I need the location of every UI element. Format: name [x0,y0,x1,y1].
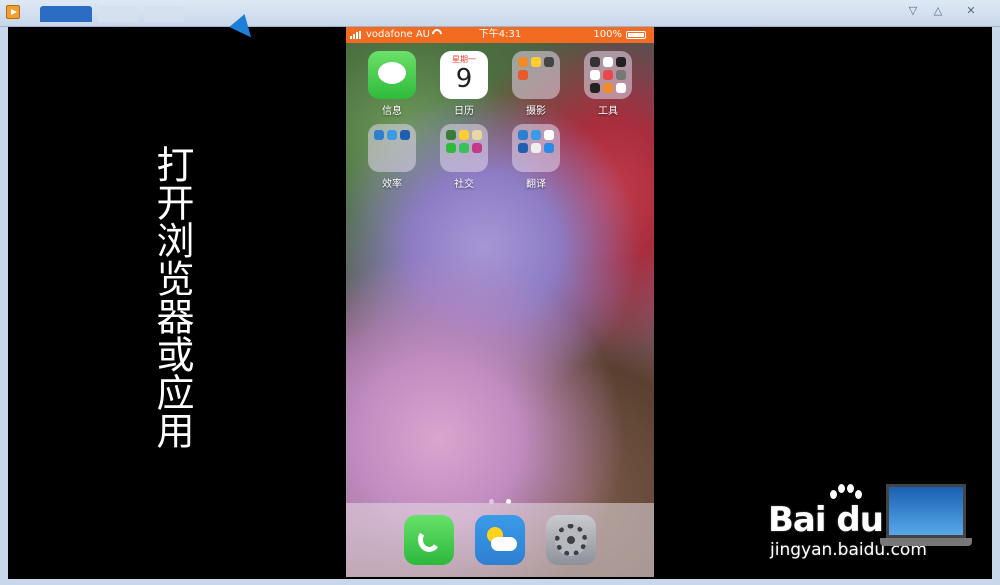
messages-icon [368,51,416,99]
folder-icon [512,124,560,172]
calendar-icon: 星期一 9 [440,51,488,99]
calendar-day: 9 [455,64,473,94]
folder-icon [512,51,560,99]
app-label: 翻译 [526,179,546,190]
folder-icon [368,124,416,172]
app-label: 效率 [382,179,402,190]
app-label: 信息 [382,106,402,117]
toolbar-tab-active[interactable] [40,6,92,22]
folder-photography[interactable]: 摄影 [507,51,565,117]
baidu-jingyan-watermark: Bai du 经验 jingyan.baidu.com [768,482,990,577]
phone-icon[interactable] [404,515,454,565]
app-messages[interactable]: 信息 [363,51,421,117]
vertical-caption: 打开浏览器或应用 [150,145,194,449]
folder-icon [440,124,488,172]
weather-icon[interactable] [475,515,525,565]
app-label: 摄影 [526,106,546,117]
app-calendar[interactable]: 星期一 9 日历 [435,51,493,117]
player-app-icon[interactable] [6,5,20,19]
laptop-icon [880,484,972,564]
window-titlebar: ▽ △ ✕ [0,0,1000,27]
folder-icon [584,51,632,99]
folder-productivity[interactable]: 效率 [363,124,421,190]
app-label: 日历 [454,106,474,117]
battery-percent: 100% [593,29,622,40]
app-label: 工具 [598,106,618,117]
battery-icon [626,31,646,39]
window-frame-bottom [0,579,1000,585]
folder-tools[interactable]: 工具 [579,51,637,117]
folder-social[interactable]: 社交 [435,124,493,190]
status-bar: vodafone AU 下午4:31 100% [346,27,654,43]
phone-screen: vodafone AU 下午4:31 100% 信息 星期一 9 日历 摄影 工… [346,27,654,577]
window-frame-right [992,27,1000,585]
window-frame-left [0,27,8,585]
watermark-brand: Bai du [768,500,884,540]
collapse-icon[interactable]: △ [927,3,949,19]
settings-icon[interactable] [546,515,596,565]
toolbar-tab[interactable] [144,6,184,22]
app-label: 社交 [454,179,474,190]
dock [346,503,654,577]
toolbar-tab[interactable] [98,6,138,22]
folder-translation[interactable]: 翻译 [507,124,565,190]
close-icon[interactable]: ✕ [960,3,982,19]
dropdown-icon[interactable]: ▽ [902,3,924,19]
